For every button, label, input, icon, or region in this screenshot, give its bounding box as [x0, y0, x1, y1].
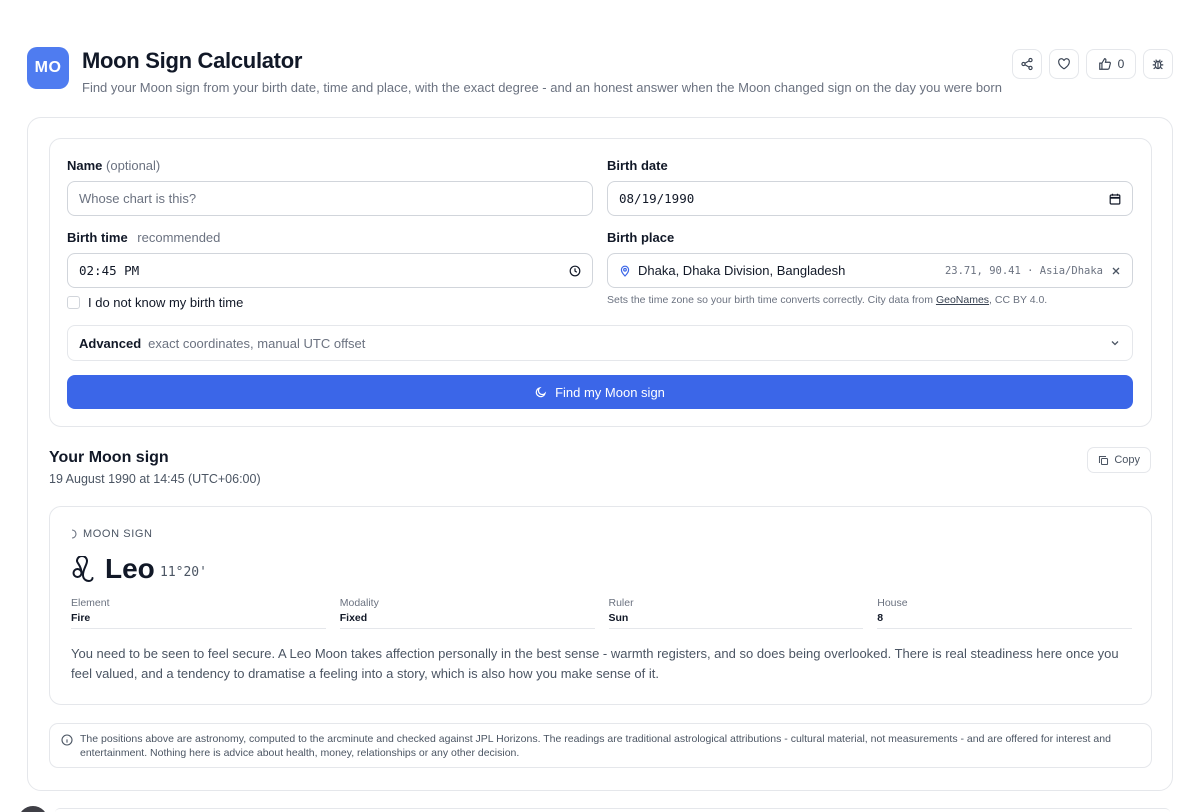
birth-time-label: Birth time recommended — [67, 230, 220, 245]
birth-time-recommended: recommended — [137, 230, 221, 245]
info-icon — [61, 734, 73, 746]
birth-details-form: Name (optional) Whose chart is this? Bir… — [49, 138, 1152, 427]
report-bug-button[interactable] — [1143, 49, 1173, 79]
app-logo: MO — [27, 47, 69, 89]
find-moon-sign-label: Find my Moon sign — [555, 384, 665, 400]
calendar-icon[interactable] — [1109, 193, 1121, 205]
birth-place-hint: Sets the time zone so your birth time co… — [607, 294, 1047, 306]
moon-sign-result: MOON SIGN Leo 11°20' Element Fire Modali… — [49, 506, 1152, 705]
birth-place-coordinates: 23.71, 90.41 · Asia/Dhaka — [944, 264, 1103, 277]
birth-time-input[interactable]: 02:45 PM — [67, 253, 593, 288]
clock-icon[interactable] — [569, 265, 581, 277]
moon-icon — [535, 386, 547, 398]
name-label: Name (optional) — [67, 158, 160, 173]
avatar[interactable] — [18, 806, 48, 812]
attribute-key: Modality — [339, 597, 379, 609]
share-icon — [1021, 57, 1033, 71]
disclaimer-text: The positions above are astronomy, compu… — [80, 733, 1111, 759]
moon-sign-description: You need to be seen to feel secure. A Le… — [71, 646, 1119, 681]
name-input[interactable]: Whose chart is this? — [67, 181, 593, 216]
moon-sign-eyebrow: MOON SIGN — [69, 528, 153, 540]
next-section-edge — [55, 808, 1170, 812]
checkbox-box[interactable] — [67, 296, 80, 309]
birth-place-input[interactable]: Dhaka, Dhaka Division, Bangladesh 23.71,… — [607, 253, 1133, 288]
moon-sign-degree: 11°20' — [160, 565, 207, 580]
calculator-card: Name (optional) Whose chart is this? Bir… — [27, 117, 1173, 791]
attribute-element: Element Fire — [71, 597, 326, 629]
moon-sign-eyebrow-text: MOON SIGN — [83, 528, 153, 540]
page-subtitle: Find your Moon sign from your birth date… — [82, 80, 1002, 95]
attribute-modality: Modality Fixed — [339, 597, 595, 629]
attribute-value: Fixed — [339, 612, 368, 624]
copy-label: Copy — [1114, 454, 1140, 466]
clear-icon[interactable] — [1111, 266, 1121, 276]
leo-glyph-icon — [72, 556, 94, 583]
attribute-house: House 8 — [877, 597, 1132, 629]
advanced-description: exact coordinates, manual UTC offset — [148, 335, 366, 351]
favorite-button[interactable] — [1049, 49, 1079, 79]
geonames-link[interactable]: GeoNames — [936, 294, 989, 306]
name-placeholder: Whose chart is this? — [79, 191, 197, 206]
page-title: Moon Sign Calculator — [82, 48, 303, 73]
page-header: MO Moon Sign Calculator Find your Moon s… — [27, 47, 1173, 97]
attribute-ruler: Ruler Sun — [608, 597, 864, 629]
birth-time-label-text: Birth time — [67, 230, 128, 245]
disclaimer-note: The positions above are astronomy, compu… — [49, 723, 1152, 768]
crescent-icon — [71, 529, 77, 539]
birth-place-value: Dhaka, Dhaka Division, Bangladesh — [638, 263, 846, 278]
heart-icon — [1058, 58, 1070, 70]
map-pin-icon — [620, 265, 630, 277]
birth-time-value: 02:45 PM — [79, 263, 140, 278]
hint-prefix: Sets the time zone so your birth time co… — [607, 294, 936, 306]
advanced-label: Advanced — [79, 335, 142, 351]
copy-button[interactable]: Copy — [1087, 447, 1151, 473]
attribute-key: Ruler — [608, 597, 634, 609]
unknown-time-label: I do not know my birth time — [88, 295, 244, 310]
sign-attributes: Element Fire Modality Fixed Ruler Sun Ho… — [71, 597, 1132, 629]
moon-sign-name: Leo — [105, 553, 155, 584]
find-moon-sign-button[interactable]: Find my Moon sign — [67, 375, 1133, 409]
thumbs-up-icon — [1098, 58, 1111, 70]
birth-date-value: 08/19/1990 — [619, 191, 695, 206]
like-button[interactable]: 0 — [1086, 49, 1136, 79]
attribute-value: 8 — [877, 612, 884, 624]
chevron-down-icon — [1111, 341, 1119, 346]
name-label-text: Name — [67, 158, 103, 173]
unknown-time-checkbox[interactable]: I do not know my birth time — [67, 295, 243, 310]
name-optional-hint: (optional) — [106, 158, 161, 173]
birth-date-label: Birth date — [607, 158, 668, 173]
result-datetime: 19 August 1990 at 14:45 (UTC+06:00) — [49, 472, 261, 486]
header-actions: 0 — [1012, 49, 1173, 79]
attribute-key: House — [877, 597, 908, 609]
birth-date-input[interactable]: 08/19/1990 — [607, 181, 1133, 216]
attribute-value: Sun — [608, 612, 629, 624]
share-button[interactable] — [1012, 49, 1042, 79]
like-count: 0 — [1117, 57, 1125, 71]
attribute-value: Fire — [71, 612, 91, 624]
birth-place-label: Birth place — [607, 230, 675, 245]
bug-icon — [1152, 59, 1164, 70]
result-title: Your Moon sign — [49, 449, 169, 466]
hint-suffix: , CC BY 4.0. — [989, 294, 1048, 306]
advanced-toggle[interactable]: Advanced exact coordinates, manual UTC o… — [67, 325, 1133, 361]
copy-icon — [1099, 455, 1109, 465]
attribute-key: Element — [71, 597, 110, 609]
